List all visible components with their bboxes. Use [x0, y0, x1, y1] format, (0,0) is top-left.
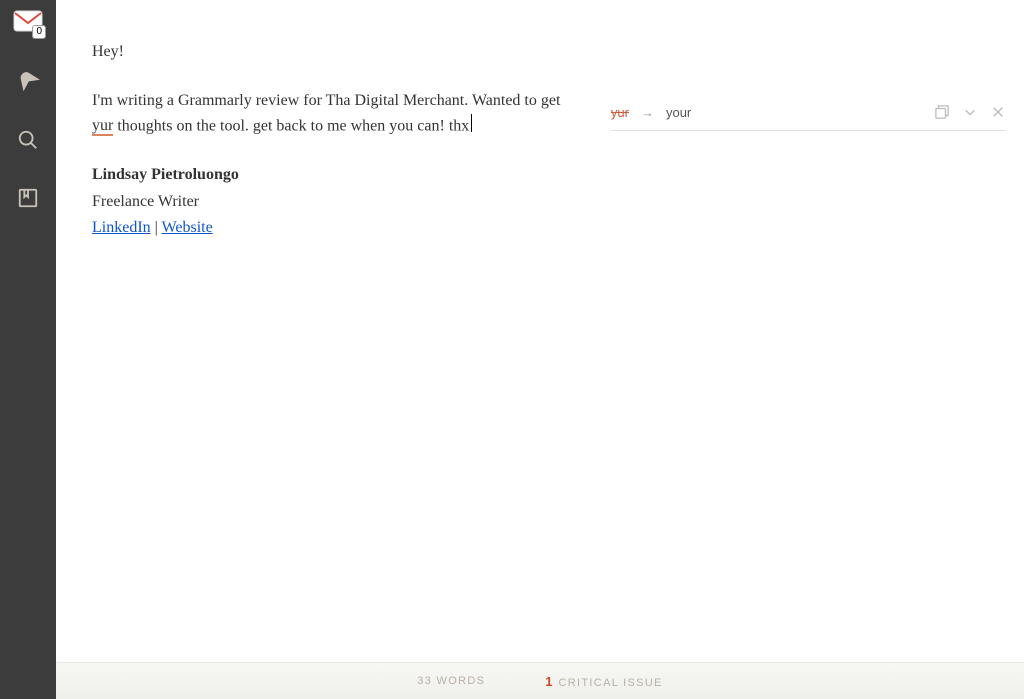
suggestion-card[interactable]: yur → your	[611, 100, 1006, 131]
body-paragraph: I'm writing a Grammarly review for Tha D…	[92, 89, 575, 139]
workspace: Hey! I'm writing a Grammarly review for …	[56, 0, 1024, 662]
link-separator: |	[151, 219, 162, 236]
issue-counter[interactable]: 1 CRITICAL ISSUE	[545, 674, 663, 689]
issue-count-number: 1	[545, 674, 552, 689]
close-icon[interactable]	[990, 104, 1006, 120]
left-rail: 0	[0, 0, 56, 699]
body-text-before: I'm writing a Grammarly review for Tha D…	[92, 92, 560, 109]
mail-unread-count: 0	[32, 25, 46, 39]
add-to-dictionary-icon[interactable]	[934, 104, 950, 120]
chevron-down-icon[interactable]	[962, 104, 978, 120]
app-root: 0 Hey! I'm writing a Grammarly review f	[0, 0, 1024, 699]
arrow-right-icon: →	[641, 105, 654, 120]
search-icon[interactable]	[16, 128, 40, 152]
body-text-after: thoughts on the tool. get back to me whe…	[113, 117, 469, 134]
suggestion-panel: yur → your	[599, 0, 1024, 662]
compose-icon[interactable]	[16, 70, 40, 94]
mail-icon[interactable]: 0	[13, 10, 43, 36]
suggestion-from: yur	[611, 105, 629, 120]
book-icon[interactable]	[16, 186, 40, 210]
text-cursor	[471, 114, 472, 132]
website-link[interactable]: Website	[162, 219, 213, 236]
main-area: Hey! I'm writing a Grammarly review for …	[56, 0, 1024, 699]
status-bar: 33 WORDS 1 CRITICAL ISSUE	[56, 662, 1024, 699]
linkedin-link[interactable]: LinkedIn	[92, 219, 151, 236]
signature-links: LinkedIn | Website	[92, 216, 575, 241]
greeting-line: Hey!	[92, 40, 575, 65]
signature-role: Freelance Writer	[92, 190, 575, 215]
issue-count-label: CRITICAL ISSUE	[558, 677, 662, 689]
document-editor[interactable]: Hey! I'm writing a Grammarly review for …	[56, 0, 599, 662]
word-count[interactable]: 33 WORDS	[417, 675, 485, 687]
flagged-word[interactable]: yur	[92, 117, 113, 136]
signature-name: Lindsay Pietroluongo	[92, 163, 575, 188]
suggestion-to: your	[666, 105, 691, 120]
